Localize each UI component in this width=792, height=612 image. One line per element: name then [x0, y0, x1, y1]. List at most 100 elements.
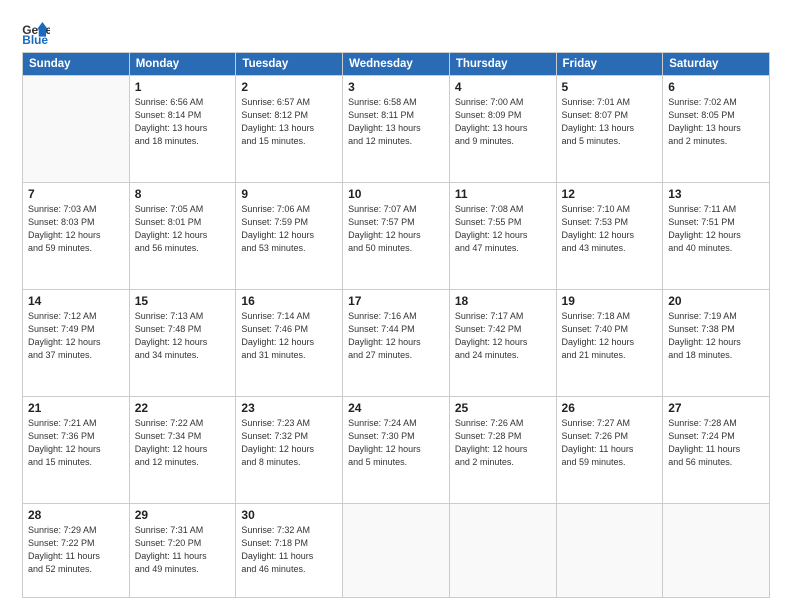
day-info: Sunrise: 7:32 AM Sunset: 7:18 PM Dayligh…: [241, 524, 337, 576]
day-number: 24: [348, 401, 444, 415]
calendar-week-row: 7 Sunrise: 7:03 AM Sunset: 8:03 PM Daylig…: [23, 183, 770, 290]
day-info: Sunrise: 7:28 AM Sunset: 7:24 PM Dayligh…: [668, 417, 764, 469]
calendar-cell: 1Sunrise: 6:56 AM Sunset: 8:14 PM Daylig…: [129, 76, 236, 183]
day-info: Sunrise: 7:00 AM Sunset: 8:09 PM Dayligh…: [455, 96, 551, 148]
day-number: 7: [28, 187, 124, 201]
calendar-cell: [449, 504, 556, 598]
day-info: Sunrise: 7:22 AM Sunset: 7:34 PM Dayligh…: [135, 417, 231, 469]
calendar-cell: 14Sunrise: 7:12 AM Sunset: 7:49 PM Dayli…: [23, 290, 130, 397]
header-day-wednesday: Wednesday: [343, 53, 450, 76]
calendar-cell: 8 Sunrise: 7:05 AM Sunset: 8:01 PM Daylig…: [129, 183, 236, 290]
day-number: 19: [562, 294, 658, 308]
calendar-cell: 15 Sunrise: 7:13 AM Sunset: 7:48 PM Dayli…: [129, 290, 236, 397]
header-day-friday: Friday: [556, 53, 663, 76]
calendar-cell: 22Sunrise: 7:22 AM Sunset: 7:34 PM Dayli…: [129, 397, 236, 504]
day-number: 25: [455, 401, 551, 415]
day-number: 2: [241, 80, 337, 94]
calendar-cell: 25 Sunrise: 7:26 AM Sunset: 7:28 PM Dayli…: [449, 397, 556, 504]
day-number: 8: [135, 187, 231, 201]
calendar-cell: 12Sunrise: 7:10 AM Sunset: 7:53 PM Dayli…: [556, 183, 663, 290]
day-info: Sunrise: 6:58 AM Sunset: 8:11 PM Dayligh…: [348, 96, 444, 148]
calendar-cell: [663, 504, 770, 598]
header-day-tuesday: Tuesday: [236, 53, 343, 76]
calendar-cell: 5 Sunrise: 7:01 AM Sunset: 8:07 PM Daylig…: [556, 76, 663, 183]
logo: General Blue: [22, 22, 54, 44]
calendar-cell: 6Sunrise: 7:02 AM Sunset: 8:05 PM Daylig…: [663, 76, 770, 183]
day-number: 1: [135, 80, 231, 94]
day-number: 12: [562, 187, 658, 201]
day-number: 27: [668, 401, 764, 415]
day-info: Sunrise: 7:18 AM Sunset: 7:40 PM Dayligh…: [562, 310, 658, 362]
day-info: Sunrise: 7:11 AM Sunset: 7:51 PM Dayligh…: [668, 203, 764, 255]
calendar-week-row: 28 Sunrise: 7:29 AM Sunset: 7:22 PM Dayli…: [23, 504, 770, 598]
calendar-cell: 9Sunrise: 7:06 AM Sunset: 7:59 PM Daylig…: [236, 183, 343, 290]
day-number: 23: [241, 401, 337, 415]
calendar-cell: 10Sunrise: 7:07 AM Sunset: 7:57 PM Dayli…: [343, 183, 450, 290]
day-info: Sunrise: 7:05 AM Sunset: 8:01 PM Dayligh…: [135, 203, 231, 255]
day-info: Sunrise: 7:01 AM Sunset: 8:07 PM Dayligh…: [562, 96, 658, 148]
calendar-header-row: SundayMondayTuesdayWednesdayThursdayFrid…: [23, 53, 770, 76]
day-info: Sunrise: 7:31 AM Sunset: 7:20 PM Dayligh…: [135, 524, 231, 576]
page: General Blue SundayMondayTuesdayWednesda…: [0, 0, 792, 612]
day-number: 21: [28, 401, 124, 415]
day-number: 3: [348, 80, 444, 94]
calendar-cell: 11 Sunrise: 7:08 AM Sunset: 7:55 PM Dayli…: [449, 183, 556, 290]
day-info: Sunrise: 7:03 AM Sunset: 8:03 PM Dayligh…: [28, 203, 124, 255]
calendar-cell: 24 Sunrise: 7:24 AM Sunset: 7:30 PM Dayli…: [343, 397, 450, 504]
calendar: SundayMondayTuesdayWednesdayThursdayFrid…: [22, 52, 770, 598]
day-info: Sunrise: 7:14 AM Sunset: 7:46 PM Dayligh…: [241, 310, 337, 362]
day-info: Sunrise: 6:57 AM Sunset: 8:12 PM Dayligh…: [241, 96, 337, 148]
day-info: Sunrise: 7:21 AM Sunset: 7:36 PM Dayligh…: [28, 417, 124, 469]
calendar-cell: [343, 504, 450, 598]
day-number: 30: [241, 508, 337, 522]
day-number: 17: [348, 294, 444, 308]
day-info: Sunrise: 7:08 AM Sunset: 7:55 PM Dayligh…: [455, 203, 551, 255]
calendar-week-row: 1Sunrise: 6:56 AM Sunset: 8:14 PM Daylig…: [23, 76, 770, 183]
calendar-cell: 18 Sunrise: 7:17 AM Sunset: 7:42 PM Dayli…: [449, 290, 556, 397]
day-info: Sunrise: 7:16 AM Sunset: 7:44 PM Dayligh…: [348, 310, 444, 362]
calendar-cell: 23Sunrise: 7:23 AM Sunset: 7:32 PM Dayli…: [236, 397, 343, 504]
header-day-thursday: Thursday: [449, 53, 556, 76]
day-number: 18: [455, 294, 551, 308]
calendar-cell: [23, 76, 130, 183]
calendar-week-row: 14Sunrise: 7:12 AM Sunset: 7:49 PM Dayli…: [23, 290, 770, 397]
day-number: 16: [241, 294, 337, 308]
day-info: Sunrise: 7:13 AM Sunset: 7:48 PM Dayligh…: [135, 310, 231, 362]
calendar-cell: 3 Sunrise: 6:58 AM Sunset: 8:11 PM Daylig…: [343, 76, 450, 183]
day-number: 11: [455, 187, 551, 201]
day-number: 29: [135, 508, 231, 522]
day-number: 4: [455, 80, 551, 94]
calendar-cell: 21 Sunrise: 7:21 AM Sunset: 7:36 PM Dayli…: [23, 397, 130, 504]
day-number: 20: [668, 294, 764, 308]
calendar-week-row: 21 Sunrise: 7:21 AM Sunset: 7:36 PM Dayli…: [23, 397, 770, 504]
calendar-cell: 17 Sunrise: 7:16 AM Sunset: 7:44 PM Dayli…: [343, 290, 450, 397]
calendar-cell: 28 Sunrise: 7:29 AM Sunset: 7:22 PM Dayli…: [23, 504, 130, 598]
calendar-cell: 2 Sunrise: 6:57 AM Sunset: 8:12 PM Daylig…: [236, 76, 343, 183]
header-day-sunday: Sunday: [23, 53, 130, 76]
calendar-cell: 4 Sunrise: 7:00 AM Sunset: 8:09 PM Daylig…: [449, 76, 556, 183]
header-day-saturday: Saturday: [663, 53, 770, 76]
day-info: Sunrise: 7:29 AM Sunset: 7:22 PM Dayligh…: [28, 524, 124, 576]
calendar-cell: 27 Sunrise: 7:28 AM Sunset: 7:24 PM Dayli…: [663, 397, 770, 504]
day-number: 28: [28, 508, 124, 522]
header-day-monday: Monday: [129, 53, 236, 76]
calendar-cell: 19 Sunrise: 7:18 AM Sunset: 7:40 PM Dayli…: [556, 290, 663, 397]
day-number: 6: [668, 80, 764, 94]
calendar-cell: 16 Sunrise: 7:14 AM Sunset: 7:46 PM Dayli…: [236, 290, 343, 397]
day-info: Sunrise: 7:27 AM Sunset: 7:26 PM Dayligh…: [562, 417, 658, 469]
calendar-cell: 30 Sunrise: 7:32 AM Sunset: 7:18 PM Dayli…: [236, 504, 343, 598]
day-number: 15: [135, 294, 231, 308]
day-number: 26: [562, 401, 658, 415]
calendar-cell: [556, 504, 663, 598]
calendar-cell: 26 Sunrise: 7:27 AM Sunset: 7:26 PM Dayli…: [556, 397, 663, 504]
day-info: Sunrise: 7:26 AM Sunset: 7:28 PM Dayligh…: [455, 417, 551, 469]
day-number: 5: [562, 80, 658, 94]
calendar-cell: 7 Sunrise: 7:03 AM Sunset: 8:03 PM Daylig…: [23, 183, 130, 290]
calendar-cell: 13Sunrise: 7:11 AM Sunset: 7:51 PM Dayli…: [663, 183, 770, 290]
day-info: Sunrise: 7:24 AM Sunset: 7:30 PM Dayligh…: [348, 417, 444, 469]
calendar-cell: 29 Sunrise: 7:31 AM Sunset: 7:20 PM Dayli…: [129, 504, 236, 598]
day-info: Sunrise: 7:07 AM Sunset: 7:57 PM Dayligh…: [348, 203, 444, 255]
day-info: Sunrise: 7:17 AM Sunset: 7:42 PM Dayligh…: [455, 310, 551, 362]
day-info: Sunrise: 7:19 AM Sunset: 7:38 PM Dayligh…: [668, 310, 764, 362]
day-number: 14: [28, 294, 124, 308]
